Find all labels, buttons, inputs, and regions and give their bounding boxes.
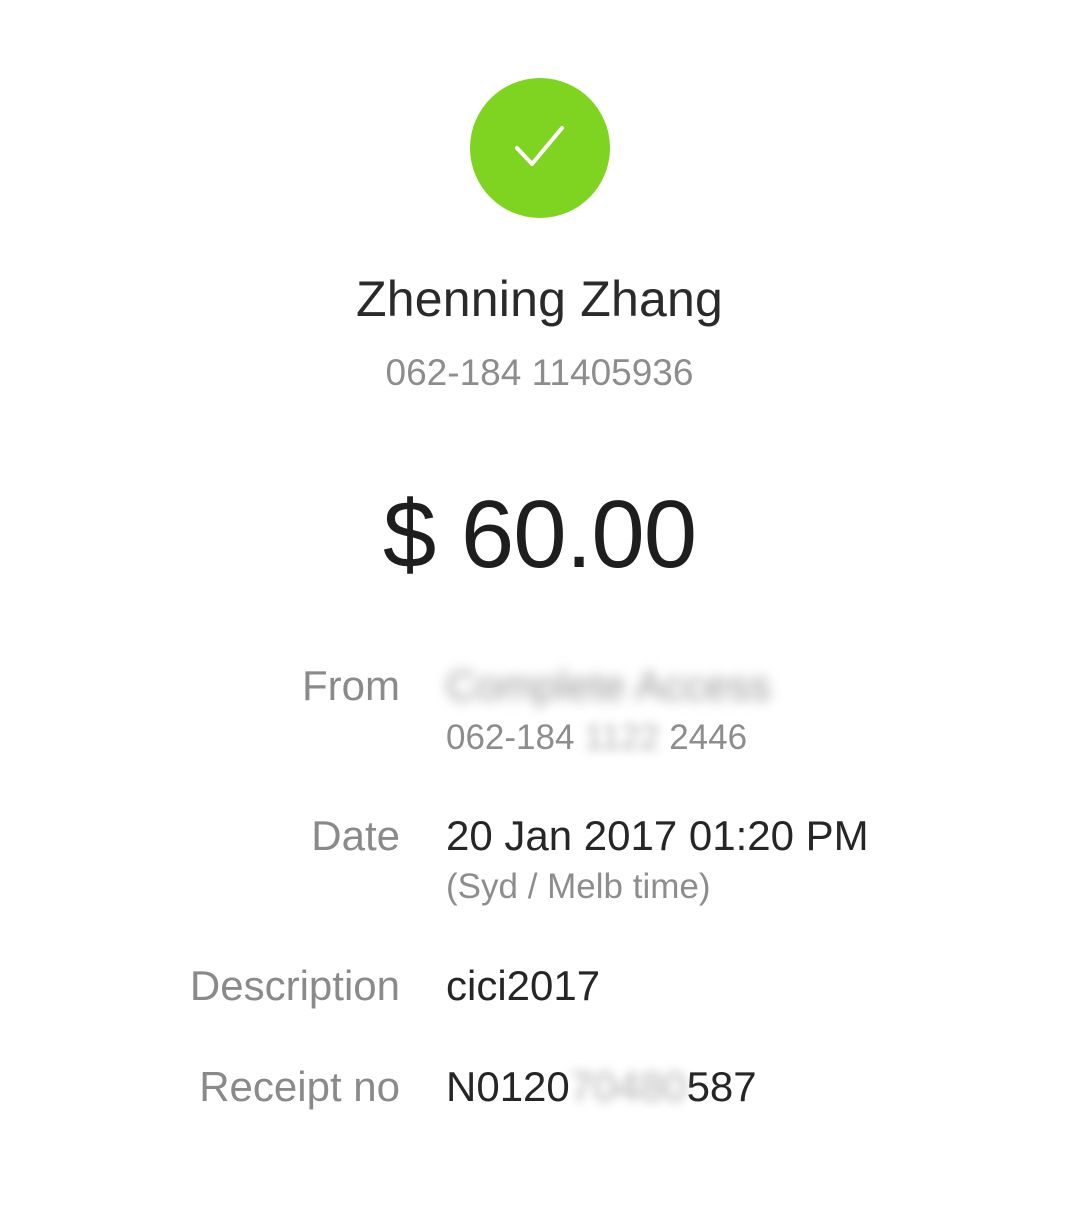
receipt-value: N012070480587 [446, 1063, 757, 1111]
receipt-screen: Zhenning Zhang 062-184 11405936 $ 60.00 … [0, 0, 1079, 1210]
checkmark-icon [515, 126, 564, 166]
payee-name: Zhenning Zhang [356, 271, 723, 327]
amount: $ 60.00 [382, 481, 697, 588]
receipt-prefix: N0120 [446, 1063, 570, 1110]
success-status [470, 78, 610, 218]
from-label: From [302, 662, 400, 709]
from-account: 062-184 1122 2446 [446, 718, 747, 758]
receipt-masked: 70480 [569, 1063, 687, 1110]
description-label: Description [189, 962, 400, 1009]
description-value: cici2017 [446, 962, 601, 1009]
from-account-suffix: 2446 [669, 718, 748, 757]
from-name: Complete Access [446, 662, 771, 709]
receipt-suffix: 587 [686, 1063, 757, 1110]
receipt-label: Receipt no [199, 1063, 400, 1110]
date-label: Date [311, 812, 400, 859]
date-timezone: (Syd / Melb time) [446, 867, 711, 906]
from-account-masked: 1122 [584, 718, 660, 757]
date-value: 20 Jan 2017 01:20 PM [446, 812, 869, 859]
from-account-prefix: 062-184 [446, 718, 575, 757]
payee-account: 062-184 11405936 [385, 352, 694, 393]
